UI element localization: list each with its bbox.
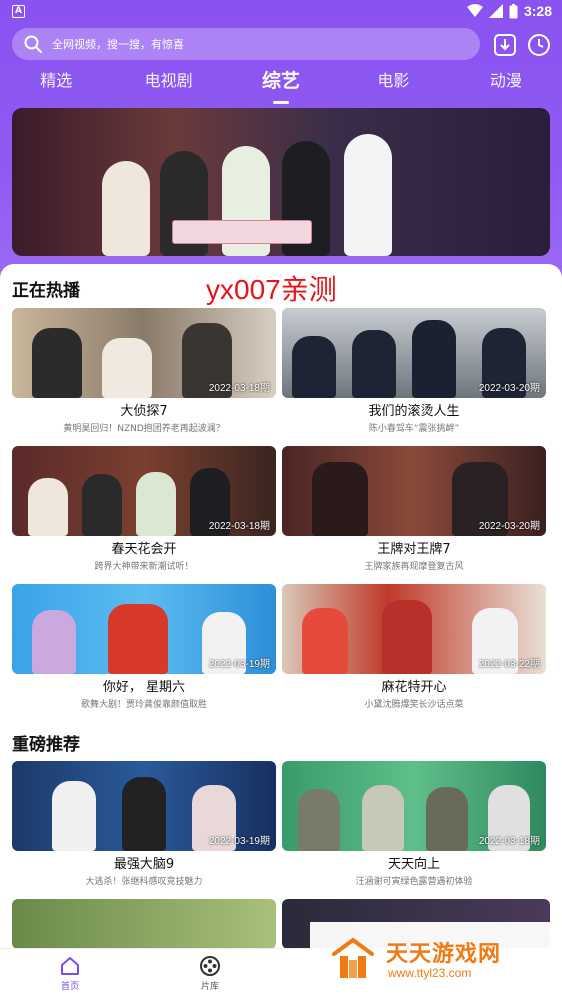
video-title: 王牌对王牌7 xyxy=(377,542,451,557)
episode-date: 2022-03-19期 xyxy=(208,836,270,847)
tab-tv-series[interactable]: 电视剧 xyxy=(112,66,224,102)
episode-date: 2022-03-18期 xyxy=(208,383,270,394)
tab-variety[interactable]: 综艺 xyxy=(225,66,337,102)
thumbnail-figure xyxy=(298,789,340,851)
tab-anime[interactable]: 动漫 xyxy=(450,66,562,102)
video-thumbnail: 2022-03-20期 xyxy=(282,308,546,398)
video-title: 春天花会开 xyxy=(111,542,177,557)
featured-banner[interactable] xyxy=(12,108,550,256)
video-subtitle: 王牌家族再现摩登复古风 xyxy=(364,562,464,572)
video-thumbnail: 2022-03-18期 xyxy=(12,308,276,398)
site-watermark-logo: 天天游戏网 www.ttyl23.com xyxy=(310,922,562,1000)
banner-figure xyxy=(102,161,150,256)
video-title: 天天向上 xyxy=(387,857,440,872)
section-title-hot: 正在热播 xyxy=(12,281,80,301)
history-icon[interactable] xyxy=(526,32,552,58)
tab-movies[interactable]: 电影 xyxy=(337,66,449,102)
video-title: 麻花特开心 xyxy=(381,680,447,695)
site-logo-text: 天天游戏网 xyxy=(386,942,502,967)
thumbnail-figure xyxy=(412,320,456,398)
thumbnail-figure xyxy=(108,604,168,674)
episode-date: 2022-03-18期 xyxy=(478,836,540,847)
video-subtitle: 歌舞大剧！贾玲龚俊靠颜值取胜 xyxy=(80,700,207,710)
video-card[interactable]: 2022-03-22期 麻花特开心 小黛沈腾爆笑长沙话点菜 xyxy=(282,584,546,711)
nav-library[interactable]: 片库 xyxy=(180,955,240,992)
search-icon xyxy=(24,35,42,53)
video-thumbnail: 2022-03-20期 xyxy=(282,446,546,536)
watermark-text: yx007亲测 xyxy=(206,274,337,305)
episode-date: 2022-03-19期 xyxy=(208,659,270,670)
thumbnail-figure xyxy=(426,787,468,851)
status-bar: A 3:28 xyxy=(0,0,562,24)
video-thumbnail: 2022-03-22期 xyxy=(282,584,546,674)
banner-figure xyxy=(344,134,392,256)
episode-date: 2022-03-18期 xyxy=(208,521,270,532)
video-subtitle: 陈小春驾车“震张挑衅” xyxy=(368,424,460,434)
video-card[interactable]: 2022-03-19期 最强大脑9 大逃杀！张继科感叹竞技魅力 xyxy=(12,761,276,888)
download-icon[interactable] xyxy=(492,32,518,58)
thumbnail-figure xyxy=(28,478,68,536)
thumbnail-figure xyxy=(292,336,336,398)
video-subtitle: 小黛沈腾爆笑长沙话点菜 xyxy=(364,700,464,710)
thumbnail-figure xyxy=(136,472,176,536)
video-card[interactable]: 2022-03-20期 王牌对王牌7 王牌家族再现摩登复古风 xyxy=(282,446,546,573)
category-tabs: 精选 电视剧 综艺 电影 动漫 xyxy=(0,66,562,102)
thumbnail-figure xyxy=(352,330,396,398)
video-thumbnail: 2022-03-18期 xyxy=(12,446,276,536)
wifi-icon xyxy=(466,4,483,17)
thumbnail-figure xyxy=(32,328,82,398)
video-card[interactable]: 2022-03-18期 天天向上 汪涵谢可寅绿色露营遇初体验 xyxy=(282,761,546,888)
video-thumbnail: 2022-03-19期 xyxy=(12,584,276,674)
video-subtitle: 黄明昊回归！NZND抱团养老再起波澜？ xyxy=(63,424,225,434)
signal-icon xyxy=(488,4,503,18)
thumbnail-figure xyxy=(52,781,96,851)
search-bar[interactable]: 全网视频，搜一搜，有惊喜 xyxy=(12,28,480,60)
app-notification-icon: A xyxy=(12,5,25,18)
episode-date: 2022-03-20期 xyxy=(478,383,540,394)
home-icon xyxy=(61,957,79,975)
thumbnail-figure xyxy=(362,785,404,851)
video-card[interactable]: 2022-03-19期 你好， 星期六 歌舞大剧！贾玲龚俊靠颜值取胜 xyxy=(12,584,276,711)
thumbnail-figure xyxy=(122,777,166,851)
thumbnail-figure xyxy=(82,474,122,536)
episode-date: 2022-03-22期 xyxy=(478,659,540,670)
video-subtitle: 跨界大神带来新潮试听！ xyxy=(94,562,194,572)
banner-sign xyxy=(172,220,312,244)
video-card[interactable]: 2022-03-18期 春天花会开 跨界大神带来新潮试听！ xyxy=(12,446,276,573)
episode-date: 2022-03-20期 xyxy=(478,521,540,532)
video-thumbnail: 2022-03-18期 xyxy=(282,761,546,851)
video-title: 最强大脑9 xyxy=(113,857,175,872)
clock: 3:28 xyxy=(523,3,552,19)
thumbnail-figure xyxy=(382,600,432,674)
site-logo-url: www.ttyl23.com xyxy=(388,966,472,980)
video-thumbnail: 2022-03-19期 xyxy=(12,761,276,851)
section-title-recommend: 重磅推荐 xyxy=(12,735,80,755)
video-subtitle: 汪涵谢可寅绿色露营遇初体验 xyxy=(355,877,473,887)
video-title: 我们的滚烫人生 xyxy=(368,404,460,419)
thumbnail-figure xyxy=(32,610,76,674)
thumbnail-figure xyxy=(102,338,152,398)
video-subtitle: 大逃杀！张继科感叹竞技魅力 xyxy=(85,877,203,887)
film-reel-icon xyxy=(200,956,220,976)
video-title: 你好， 星期六 xyxy=(102,680,186,695)
video-card[interactable]: 2022-03-18期 大侦探7 黄明昊回归！NZND抱团养老再起波澜？ xyxy=(12,308,276,435)
thumbnail-figure xyxy=(312,462,368,536)
tab-featured[interactable]: 精选 xyxy=(0,66,112,102)
nav-library-label: 片库 xyxy=(200,982,219,992)
thumbnail-figure xyxy=(302,608,348,674)
battery-icon xyxy=(509,3,518,18)
video-card[interactable]: 2022-03-20期 我们的滚烫人生 陈小春驾车“震张挑衅” xyxy=(282,308,546,435)
search-placeholder: 全网视频，搜一搜，有惊喜 xyxy=(52,38,184,51)
nav-home-label: 首页 xyxy=(60,982,79,992)
site-logo-icon xyxy=(332,937,374,978)
video-title: 大侦探7 xyxy=(120,404,168,419)
nav-home[interactable]: 首页 xyxy=(40,955,100,992)
video-thumbnail[interactable] xyxy=(12,899,276,949)
